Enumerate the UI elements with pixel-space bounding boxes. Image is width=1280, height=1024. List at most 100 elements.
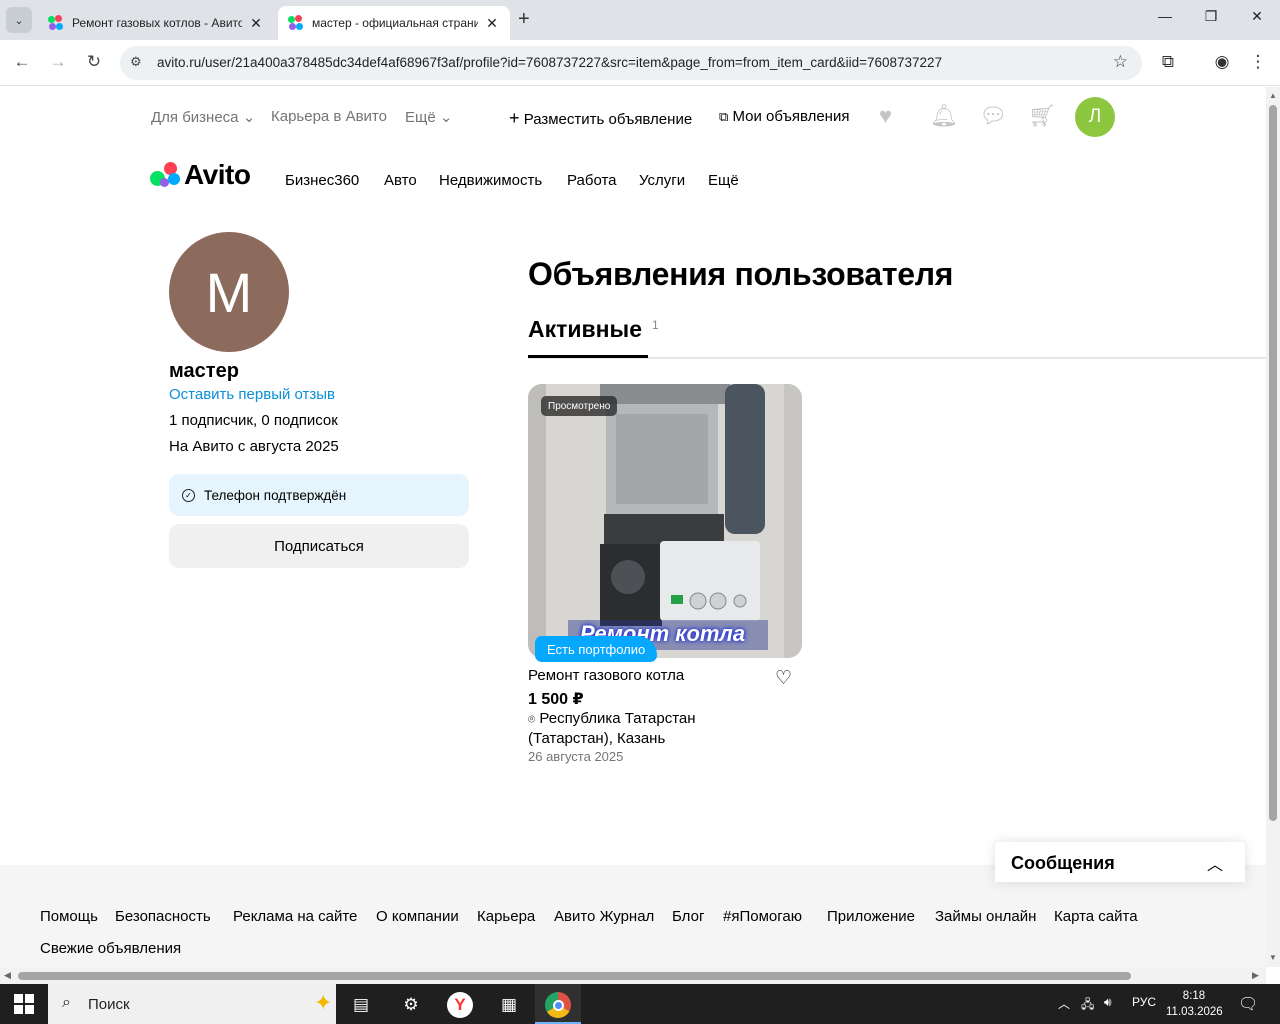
browser-tab-2[interactable]: мастер - официальная страница ✕: [278, 6, 510, 40]
cart-icon[interactable]: 🛒︎: [1028, 103, 1056, 129]
post-ad-link[interactable]: + Разместить объявление: [509, 108, 692, 129]
footer-link-sitemap[interactable]: Карта сайта: [1054, 908, 1138, 925]
footer-link-career[interactable]: Карьера: [477, 908, 535, 925]
tab-title: мастер - официальная страница: [312, 16, 478, 30]
career-link[interactable]: Карьера в Авито: [271, 108, 387, 125]
my-ads-link[interactable]: ⧉ Мои объявления: [719, 108, 849, 125]
footer-link-ads[interactable]: Реклама на сайте: [233, 908, 357, 925]
location-text: Республика Татарстан (Татарстан), Казань: [528, 710, 696, 747]
input-language[interactable]: РУС: [1132, 995, 1156, 1009]
avito-logo-dots-icon: [150, 161, 180, 189]
back-arrow-icon[interactable]: ←: [10, 52, 34, 72]
sparkle-icon: ✦: [314, 990, 333, 1015]
taskbar-search[interactable]: ⌕ Поиск ✦: [48, 984, 336, 1024]
clock-time: 8:18: [1182, 990, 1206, 1002]
notifications-bell-icon[interactable]: 🔔︎: [930, 103, 958, 129]
category-jobs[interactable]: Работа: [567, 172, 617, 189]
browser-menu-icon[interactable]: ⋮: [1246, 52, 1270, 72]
copy-icon: ⧉: [719, 109, 729, 124]
footer-link-safety[interactable]: Безопасность: [115, 908, 211, 925]
footer-link-app[interactable]: Приложение: [827, 908, 915, 925]
horizontal-scroll-thumb[interactable]: [18, 972, 1131, 980]
taskbar-clock[interactable]: 8:18 11.03.2026: [1166, 988, 1223, 1020]
tab-close-icon[interactable]: ✕: [484, 15, 500, 32]
check-circle-icon: ✓: [182, 488, 195, 502]
member-since: На Авито с августа 2025: [169, 438, 339, 455]
footer-link-fresh[interactable]: Свежие объявления: [40, 940, 181, 957]
profile-avatar: M: [169, 232, 289, 352]
category-business360[interactable]: Бизнес360: [285, 172, 359, 189]
add-to-favorites-heart-icon[interactable]: ♡: [775, 667, 792, 690]
network-icon[interactable]: 🖧︎: [1081, 995, 1094, 1016]
footer-link-yapomogayu[interactable]: #яПомогаю: [723, 908, 802, 925]
yandex-browser-icon[interactable]: Y: [447, 992, 473, 1018]
leave-review-link[interactable]: Оставить первый отзыв: [169, 386, 335, 403]
scroll-up-arrow-icon[interactable]: ▲: [1269, 91, 1277, 100]
tray-expand-chevron-icon[interactable]: ︿: [1058, 995, 1070, 1012]
extensions-icon[interactable]: ⧉: [1156, 52, 1180, 72]
avito-favicon-icon: [48, 15, 64, 31]
minimize-icon[interactable]: —: [1150, 8, 1180, 24]
app-grid-icon[interactable]: ▦: [496, 992, 522, 1018]
boiler-photo: [528, 384, 802, 658]
more-link[interactable]: Ещё ⌄: [405, 108, 452, 126]
tab-active-count: 1: [652, 318, 659, 332]
notification-center-icon[interactable]: 🗨︎: [1238, 994, 1258, 1014]
site-settings-icon[interactable]: ⚙: [130, 54, 142, 70]
avito-logo[interactable]: Avito: [150, 159, 251, 190]
category-auto[interactable]: Авто: [384, 172, 417, 189]
portfolio-badge: Есть портфолио: [535, 636, 658, 662]
clock-date: 11.03.2026: [1166, 1006, 1223, 1018]
listing-title[interactable]: Ремонт газового котла: [528, 667, 684, 684]
footer-link-blog[interactable]: Блог: [672, 908, 704, 925]
tab-search-chevron-icon[interactable]: ⌄: [6, 7, 32, 33]
listing-image[interactable]: Ремонт котла: [528, 384, 802, 658]
vertical-scrollbar[interactable]: ▲ ▼: [1266, 87, 1280, 967]
forward-arrow-icon[interactable]: →: [46, 52, 70, 72]
scroll-right-arrow-icon[interactable]: ▶: [1252, 970, 1259, 981]
page-viewport: Для бизнеса ⌄ Карьера в Авито Ещё ⌄ + Ра…: [0, 87, 1266, 967]
address-url[interactable]: avito.ru/user/21a400a378485dc34def4af689…: [157, 55, 942, 70]
settings-gear-icon[interactable]: ⚙: [398, 992, 424, 1018]
scroll-left-arrow-icon[interactable]: ◀: [4, 970, 11, 981]
favorites-heart-icon[interactable]: ♥: [879, 103, 892, 129]
subscribe-button[interactable]: Подписаться: [169, 524, 469, 568]
category-real-estate[interactable]: Недвижимость: [439, 172, 542, 189]
messages-chat-icon[interactable]: 💬︎: [979, 103, 1007, 129]
browser-tab-1[interactable]: Ремонт газовых котлов - Авито ✕: [38, 6, 274, 40]
tab-close-icon[interactable]: ✕: [248, 15, 264, 32]
scroll-down-arrow-icon[interactable]: ▼: [1269, 953, 1277, 962]
listing-location: ⌾ Республика Татарстан (Татарстан), Каза…: [528, 709, 758, 749]
restore-icon[interactable]: ❐: [1196, 8, 1226, 25]
bookmark-star-icon[interactable]: ☆: [1113, 52, 1128, 72]
volume-icon[interactable]: 🔊︎: [1104, 995, 1112, 1010]
active-app-highlight: [535, 984, 581, 1024]
horizontal-scrollbar[interactable]: ◀ ▶: [0, 967, 1266, 984]
listing-price: 1 500 ₽: [528, 691, 584, 708]
profile-icon[interactable]: ◉: [1210, 52, 1234, 72]
reload-icon[interactable]: ↻: [82, 52, 106, 72]
tab-active-listings[interactable]: Активные: [528, 316, 642, 343]
windows-start-icon[interactable]: [14, 994, 34, 1014]
footer-link-journal[interactable]: Авито Журнал: [554, 908, 654, 925]
address-bar[interactable]: ⚙ avito.ru/user/21a400a378485dc34def4af6…: [120, 46, 1142, 80]
task-view-icon[interactable]: ▤: [348, 992, 374, 1018]
for-business-link[interactable]: Для бизнеса ⌄: [151, 108, 255, 126]
user-avatar[interactable]: Л: [1075, 97, 1115, 137]
category-more[interactable]: Ещё: [708, 172, 739, 189]
plus-icon: +: [509, 108, 520, 128]
active-tab-underline: [528, 355, 648, 358]
chevron-up-icon[interactable]: ︿: [1207, 851, 1223, 875]
messages-widget[interactable]: Сообщения ︿: [995, 842, 1245, 882]
window-close-icon[interactable]: ✕: [1242, 8, 1272, 25]
logo-text: Avito: [184, 159, 251, 190]
category-services[interactable]: Услуги: [639, 172, 685, 189]
footer-link-loans[interactable]: Займы онлайн: [935, 908, 1036, 925]
subscribers-count[interactable]: 1 подписчик, 0 подписок: [169, 412, 338, 429]
page-title: Объявления пользователя: [528, 256, 954, 292]
footer-link-about[interactable]: О компании: [376, 908, 459, 925]
footer-link-help[interactable]: Помощь: [40, 908, 98, 925]
vertical-scroll-thumb[interactable]: [1269, 105, 1277, 821]
new-tab-plus-icon[interactable]: +: [518, 8, 530, 31]
taskbar-search-label: Поиск: [88, 996, 130, 1013]
